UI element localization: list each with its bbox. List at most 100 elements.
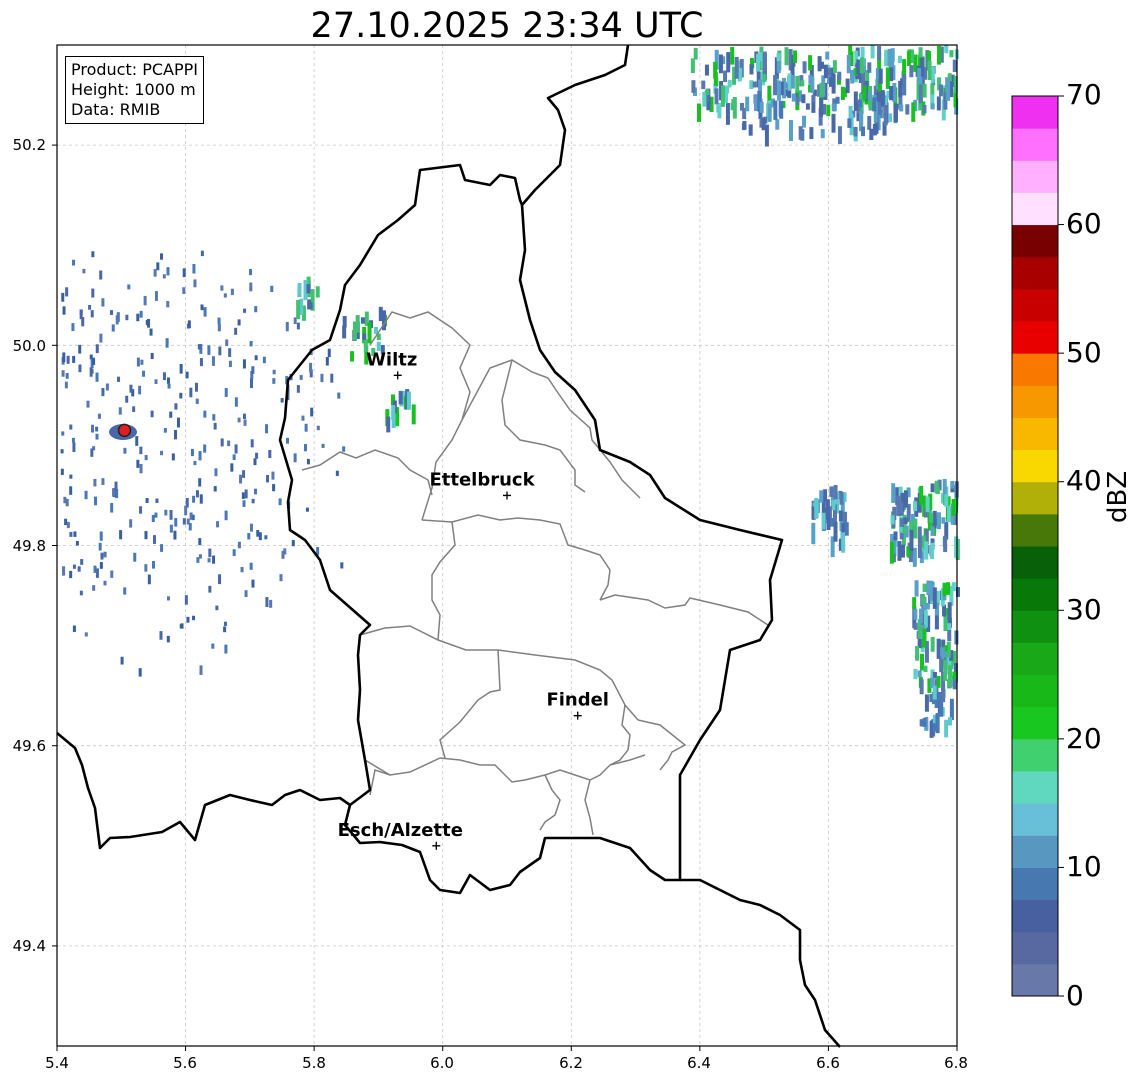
echo-pixel	[752, 81, 757, 88]
echo-pixel	[223, 621, 227, 626]
echo-pixel	[111, 324, 115, 332]
canton-borders	[301, 311, 769, 836]
echo-pixel	[360, 317, 365, 324]
echo-pixel	[748, 124, 753, 136]
colorbar-segment	[1012, 481, 1058, 515]
echo-pixel	[61, 292, 65, 302]
echo-pixel	[850, 69, 855, 84]
echo-pixel	[716, 103, 721, 113]
echo-pixel	[952, 671, 957, 680]
echo-pixel	[199, 665, 203, 675]
echo-pixel	[406, 391, 411, 410]
echo-pixel	[919, 485, 924, 506]
echo-pixel	[914, 580, 919, 597]
echo-pixel	[350, 351, 355, 362]
echo-pixel	[79, 590, 83, 596]
colorbar-segment	[1012, 578, 1058, 611]
echo-pixel	[946, 582, 951, 595]
echo-pixel	[819, 490, 824, 503]
echo-pixel	[846, 55, 851, 74]
echo-pixel	[82, 268, 86, 274]
city-marker-icon	[393, 371, 402, 380]
echo-pixel	[906, 50, 911, 66]
echo-pixel	[136, 357, 140, 367]
echo-pixel	[734, 56, 739, 79]
echo-pixel	[934, 480, 939, 494]
echo-pixel	[264, 535, 268, 540]
echo-pixel	[249, 268, 253, 276]
x-tick-label: 6.2	[559, 1054, 583, 1072]
echo-pixel	[255, 452, 259, 459]
echo-pixel	[925, 602, 930, 610]
echo-pixel	[286, 437, 290, 444]
echo-pixel	[211, 356, 215, 366]
echo-pixel	[64, 518, 68, 526]
echo-pixel	[889, 85, 894, 101]
echo-pixel	[810, 76, 815, 93]
echo-pixel	[831, 73, 836, 94]
echo-pixel	[930, 526, 935, 536]
colorbar-segment	[1012, 642, 1058, 676]
echo-pixel	[213, 486, 217, 492]
echo-pixel	[847, 118, 852, 128]
echo-pixel	[81, 316, 85, 327]
echo-pixel	[833, 521, 838, 542]
echo-pixel	[270, 285, 274, 293]
echo-pixel	[271, 471, 275, 480]
echo-pixel	[714, 88, 719, 105]
echo-pixel	[296, 322, 300, 330]
echo-pixel	[64, 381, 68, 389]
echo-pixel	[100, 552, 104, 560]
echo-pixel	[156, 262, 160, 271]
echo-pixel	[138, 668, 142, 677]
echo-pixel	[138, 385, 142, 395]
echo-pixel	[169, 411, 173, 418]
echo-pixel	[749, 80, 754, 89]
echo-pixel	[320, 373, 324, 383]
echo-pixel	[867, 62, 872, 73]
echo-pixel	[951, 498, 956, 516]
echo-pixel	[927, 65, 932, 81]
echo-pixel	[296, 299, 301, 320]
echo-pixel	[890, 50, 895, 68]
echo-pixel	[917, 670, 922, 678]
echo-pixel	[930, 483, 935, 493]
echo-pixel	[115, 488, 119, 499]
echo-pixel	[878, 68, 883, 84]
echo-pixel	[123, 587, 127, 595]
echo-pixel	[152, 561, 156, 569]
echo-pixel	[793, 50, 798, 64]
echo-pixel	[701, 80, 706, 90]
echo-pixel	[831, 500, 836, 511]
echo-pixel	[247, 532, 251, 540]
echo-pixel	[730, 102, 735, 111]
echo-pixel	[179, 392, 183, 399]
echo-pixel	[912, 597, 917, 609]
echo-pixel	[726, 52, 731, 73]
colorbar-tick-label: 60	[1066, 207, 1102, 240]
colorbar-segment	[1012, 867, 1058, 901]
echo-pixel	[166, 267, 170, 276]
echo-pixel	[198, 478, 202, 487]
echo-pixel	[917, 536, 922, 558]
echo-pixel	[163, 427, 167, 433]
echo-pixel	[132, 406, 136, 412]
echo-pixel	[200, 304, 204, 311]
echo-pixel	[293, 453, 297, 463]
echo-pixel	[62, 566, 66, 576]
echo-pixel	[278, 498, 282, 506]
echo-pixel	[903, 517, 908, 525]
colorbar-segment	[1012, 128, 1058, 161]
echo-pixel	[123, 447, 127, 454]
echo-pixel	[936, 45, 941, 65]
echo-pixel	[91, 288, 95, 298]
echo-pixel	[150, 410, 154, 418]
echo-pixel	[187, 320, 191, 329]
echo-pixel	[207, 345, 211, 355]
echo-pixel	[162, 274, 166, 279]
echo-pixel	[869, 128, 874, 140]
echo-pixel	[101, 387, 105, 397]
echo-pixel	[110, 310, 114, 315]
colorbar-segment	[1012, 835, 1058, 868]
echo-pixel	[218, 574, 222, 585]
